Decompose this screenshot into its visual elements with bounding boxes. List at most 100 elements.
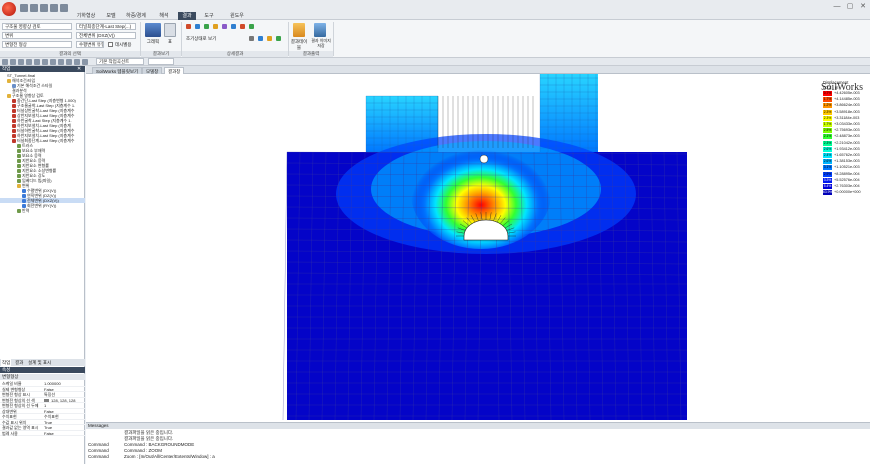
- document-tab[interactable]: SoilWorks 템플릿보기: [92, 67, 143, 74]
- panel-pin-icon[interactable]: ✕: [77, 66, 85, 72]
- redo-icon[interactable]: [60, 4, 68, 12]
- legend-percent: 2.4%: [823, 153, 832, 157]
- group-label-detail: 상세결과: [182, 51, 288, 57]
- view-combo[interactable]: 기본 작업곡선트: [96, 58, 144, 65]
- toolbar-tool-icon[interactable]: [10, 59, 16, 65]
- toolbar-tool-icon[interactable]: [74, 59, 80, 65]
- detail-tool-icon[interactable]: [195, 24, 200, 29]
- folder-icon: [17, 183, 21, 188]
- reset-view-button[interactable]: 조기상태로 보기: [186, 36, 216, 42]
- app-logo-icon[interactable]: [2, 2, 16, 16]
- detail-tool-icon[interactable]: [276, 36, 281, 41]
- result-type-combo[interactable]: 변위: [2, 32, 72, 39]
- menu-tab[interactable]: 결과: [178, 12, 196, 20]
- legend-value: +3.31184e-003: [834, 115, 860, 120]
- legend-value: +4.42605e-003: [834, 91, 860, 95]
- toolbar-tool-icon[interactable]: [42, 59, 48, 65]
- save-image-icon[interactable]: [314, 23, 326, 37]
- toolbar-tool-icon[interactable]: [50, 59, 56, 65]
- detail-tool-icon[interactable]: [240, 24, 245, 29]
- menu-tab[interactable]: 윈도우: [223, 12, 251, 20]
- minimize-button[interactable]: —: [832, 3, 842, 11]
- legend-percent: 2.3%: [823, 115, 832, 120]
- message-panel: Messages 결과파일을 읽은 중입니다. 결과파일을 읽은 중입니다. Com…: [86, 422, 870, 464]
- legend-value: +8.28895e-004: [834, 171, 860, 176]
- tree-item[interactable]: 반력: [0, 208, 85, 213]
- detail-tool-icon[interactable]: [222, 24, 227, 29]
- document-tab[interactable]: 모델창: [142, 67, 163, 74]
- menu-tab[interactable]: 해석: [152, 12, 176, 20]
- contour-type-combo[interactable]: 수평변위 유형: [76, 41, 104, 48]
- detail-tool-icon[interactable]: [213, 24, 218, 29]
- model-viewport[interactable]: SoilWorks: [86, 74, 870, 422]
- message-text: Command : BACKGROUNDMODE: [124, 442, 195, 447]
- toolbar-tool-icon[interactable]: [58, 59, 64, 65]
- close-button[interactable]: ✕: [858, 3, 868, 11]
- property-row[interactable]: 범례 사용 False: [0, 430, 85, 437]
- legend-value: +4.14485e-003: [834, 97, 860, 102]
- open-file-icon[interactable]: [30, 4, 38, 12]
- toolbar-tool-icon[interactable]: [66, 59, 72, 65]
- new-file-icon[interactable]: [20, 4, 28, 12]
- legend-percent: 2.5%: [823, 128, 832, 133]
- toolbar: 기본 작업곡선트: [0, 58, 870, 66]
- legend-percent: 1.7%: [823, 97, 832, 102]
- detail-tool-icon[interactable]: [249, 36, 254, 41]
- result-component-combo[interactable]: 전체변위 (DXZ(V)): [76, 32, 136, 39]
- load-case-combo[interactable]: 구조물 영향상 검토: [2, 23, 72, 30]
- message-text: 결과파일을 읽은 중입니다.: [124, 436, 174, 441]
- save-icon[interactable]: [40, 4, 48, 12]
- legend-entry: 2.5% +2.75693e-003: [818, 128, 870, 134]
- node-icon: [17, 208, 21, 213]
- result-table-label: 결과테이블: [290, 39, 308, 50]
- deform-shape-combo[interactable]: 변형전 형상: [2, 41, 72, 48]
- menu-tab[interactable]: 모델: [102, 12, 120, 20]
- decibel-checkbox[interactable]: [108, 42, 113, 47]
- toolbar-tool-icon[interactable]: [82, 59, 88, 65]
- table-icon[interactable]: [164, 23, 176, 37]
- menu-tab[interactable]: 기하형상: [72, 12, 100, 20]
- legend-percent: 2.3%: [823, 140, 832, 145]
- property-section: 변형형상: [0, 374, 85, 380]
- menu-tab[interactable]: 하중/경계조건: [122, 12, 150, 27]
- detail-tool-icon[interactable]: [267, 36, 272, 41]
- legend-percent: 2.6%: [823, 159, 832, 164]
- legend-value: +1.38153e-003: [834, 159, 860, 164]
- property-value[interactable]: False: [44, 431, 84, 437]
- menu-tab[interactable]: 도구: [198, 12, 220, 20]
- legend-percent: 2.1%: [823, 134, 832, 139]
- legend-entry: 1.7% +3.03433e-003: [818, 122, 870, 127]
- toolbar-tool-icon[interactable]: [2, 59, 8, 65]
- menu-bar: — ▢ ✕ 기하형상모델하중/경계조건해석결과도구윈도우: [0, 0, 870, 27]
- mesh-line: [282, 151, 288, 421]
- result-table-icon[interactable]: [293, 23, 305, 37]
- document-tab[interactable]: 결과창: [164, 67, 185, 74]
- message-text: Zoom : [In/Out/All/Center/Extents/Window…: [124, 454, 215, 459]
- detail-tool-icon[interactable]: [204, 24, 209, 29]
- panel-tab[interactable]: 설계 및 표시: [27, 359, 52, 366]
- step-combo[interactable]: 터널최종단계-Last Step(...): [76, 23, 136, 30]
- legend-percent: 5.4%: [823, 184, 832, 188]
- maximize-button[interactable]: ▢: [845, 3, 855, 11]
- detail-tool-icon[interactable]: [249, 24, 254, 29]
- toolbar-tool-icon[interactable]: [34, 59, 40, 65]
- toolbar-tool-icon[interactable]: [26, 59, 32, 65]
- tree-item[interactable]: 터널최종단계-Last Step (지층계수: [0, 138, 85, 143]
- detail-tool-icon[interactable]: [258, 36, 263, 41]
- contour-graphic-icon[interactable]: [145, 23, 161, 37]
- panel-tab[interactable]: 결과: [14, 359, 24, 366]
- property-key: 범례 사용: [2, 430, 18, 436]
- panel-tab[interactable]: 작업: [1, 359, 12, 366]
- contour-graphic-label: 그래픽: [146, 39, 160, 44]
- legend-percent: 3.1%: [823, 165, 832, 170]
- detail-tool-icon[interactable]: [186, 24, 191, 29]
- undo-icon[interactable]: [50, 4, 58, 12]
- detail-tool-icon[interactable]: [231, 24, 236, 29]
- contour-legend: Displacement DXZ , m 0.7% +4.42605e-003 1.…: [818, 80, 870, 204]
- legend-entry: 3.3% +5.52576e-004: [818, 177, 870, 183]
- legend-entry: 2.6% +1.93412e-003: [818, 146, 870, 152]
- toolbar-tool-icon[interactable]: [18, 59, 24, 65]
- view-combo-2[interactable]: [148, 58, 174, 65]
- legend-percent: 1.7%: [823, 122, 832, 126]
- legend-entry: 2.3% +3.58918e-003: [818, 109, 870, 115]
